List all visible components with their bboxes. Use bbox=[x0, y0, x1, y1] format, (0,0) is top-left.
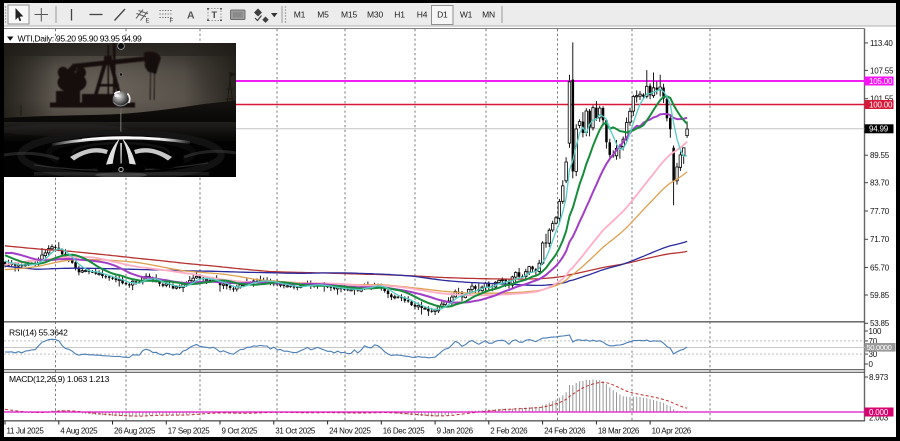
svg-text:16 Dec 2025: 16 Dec 2025 bbox=[383, 427, 425, 436]
svg-text:94.99: 94.99 bbox=[869, 125, 889, 134]
svg-text:100: 100 bbox=[869, 327, 882, 336]
svg-text:71.70: 71.70 bbox=[870, 235, 890, 244]
svg-text:9 Jan 2026: 9 Jan 2026 bbox=[437, 427, 474, 436]
svg-text:WTI,Daily: 95.20 95.90 93.95 9: WTI,Daily: 95.20 95.90 93.95 94.99 bbox=[18, 33, 143, 43]
svg-text:83.70: 83.70 bbox=[870, 179, 890, 188]
svg-text:50.0000: 50.0000 bbox=[867, 343, 892, 352]
svg-text:D1: D1 bbox=[437, 10, 448, 20]
svg-text:H1: H1 bbox=[394, 10, 405, 20]
svg-text:M5: M5 bbox=[317, 10, 329, 20]
svg-text:11 Jul 2025: 11 Jul 2025 bbox=[7, 427, 45, 436]
svg-text:17 Sep 2025: 17 Sep 2025 bbox=[168, 427, 210, 436]
svg-text:105.00: 105.00 bbox=[869, 77, 893, 86]
svg-text:MACD(12,26,9) 1.063 1.213: MACD(12,26,9) 1.063 1.213 bbox=[9, 374, 110, 384]
svg-text:F: F bbox=[170, 19, 174, 25]
svg-text:18 Mar 2026: 18 Mar 2026 bbox=[598, 427, 640, 436]
svg-text:59.85: 59.85 bbox=[870, 291, 890, 300]
svg-text:65.70: 65.70 bbox=[870, 263, 890, 272]
svg-text:W1: W1 bbox=[460, 10, 473, 20]
svg-text:M15: M15 bbox=[341, 10, 357, 20]
svg-text:31 Oct 2025: 31 Oct 2025 bbox=[275, 427, 316, 436]
svg-text:113.40: 113.40 bbox=[870, 39, 893, 48]
svg-text:107.55: 107.55 bbox=[870, 66, 894, 75]
svg-text:H4: H4 bbox=[417, 10, 428, 20]
svg-text:10 Apr 2026: 10 Apr 2026 bbox=[652, 427, 692, 436]
svg-text:A: A bbox=[187, 10, 195, 22]
svg-text:MN: MN bbox=[482, 10, 495, 20]
svg-text:4 Aug 2025: 4 Aug 2025 bbox=[60, 427, 98, 436]
svg-text:100.00: 100.00 bbox=[869, 100, 893, 109]
svg-text:9 Oct 2025: 9 Oct 2025 bbox=[222, 427, 259, 436]
svg-text:24 Nov 2025: 24 Nov 2025 bbox=[329, 427, 371, 436]
svg-text:T: T bbox=[212, 10, 218, 20]
svg-text:2 Feb 2026: 2 Feb 2026 bbox=[490, 427, 528, 436]
svg-text:RSI(14) 55.3642: RSI(14) 55.3642 bbox=[9, 328, 68, 338]
svg-text:24 Feb 2026: 24 Feb 2026 bbox=[544, 427, 586, 436]
svg-text:E: E bbox=[146, 19, 150, 25]
svg-text:M1: M1 bbox=[294, 10, 306, 20]
svg-text:8.973: 8.973 bbox=[869, 373, 889, 382]
svg-text:89.55: 89.55 bbox=[870, 151, 890, 160]
svg-text:0.000: 0.000 bbox=[869, 408, 889, 417]
svg-text:26 Aug 2025: 26 Aug 2025 bbox=[114, 427, 156, 436]
svg-text:M30: M30 bbox=[367, 10, 383, 20]
svg-text:77.70: 77.70 bbox=[870, 207, 890, 216]
